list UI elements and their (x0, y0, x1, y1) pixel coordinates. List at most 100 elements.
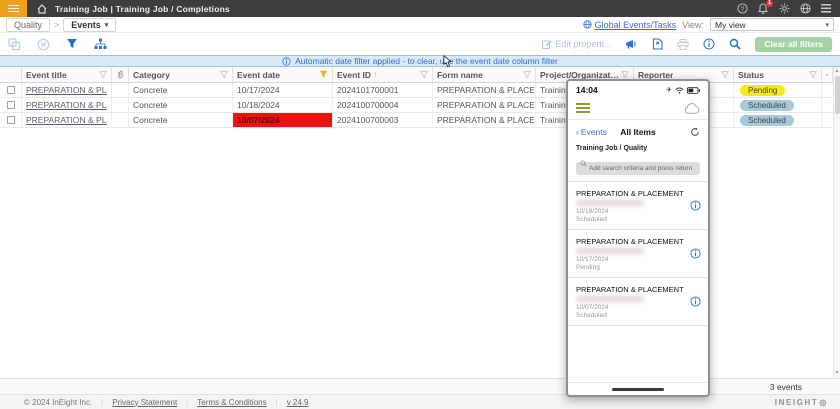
footer-divider: | (186, 398, 188, 407)
search-icon[interactable] (729, 38, 741, 50)
form-name-cell: PREPARATION & PLACEMENT FOR S... (433, 113, 536, 127)
status-badge: Scheduled (740, 115, 794, 126)
header-status[interactable]: Status (734, 67, 822, 82)
status-badge: Pending (740, 85, 785, 96)
hamburger-icon (8, 3, 19, 14)
header-event-title[interactable]: Event title (22, 67, 112, 82)
filter-icon[interactable] (523, 71, 531, 79)
phone-back-button[interactable]: ‹Events (576, 127, 607, 137)
privacy-statement-link[interactable]: Privacy Statement (112, 398, 177, 407)
attachment-cell (112, 113, 129, 127)
notifications-bell-icon[interactable]: 1 (757, 3, 769, 15)
filter-icon[interactable] (66, 38, 78, 50)
scroll-down-arrow[interactable]: ▼ (835, 369, 840, 378)
chevron-down-icon: ▾ (105, 21, 109, 29)
help-icon[interactable]: ? (736, 3, 748, 15)
view-select[interactable]: My view ▾ (710, 18, 834, 31)
status-cell: Scheduled (734, 98, 822, 112)
header-event-id[interactable]: Event ID↑ (333, 67, 433, 82)
scroll-up-arrow[interactable]: ▲ (835, 67, 840, 76)
phone-search-input[interactable] (576, 162, 700, 175)
header-form-name[interactable]: Form name (433, 67, 536, 82)
filter-icon[interactable] (220, 71, 228, 79)
apps-grid-icon[interactable] (820, 3, 832, 15)
checkbox-cell (0, 83, 22, 97)
header-category[interactable]: Category (129, 67, 233, 82)
breadcrumb-current-dropdown[interactable]: Events ▾ (63, 18, 116, 32)
breadcrumb-separator: > (54, 20, 59, 30)
phone-search[interactable] (576, 157, 700, 175)
header-attachments[interactable] (112, 67, 129, 82)
event-title-link[interactable]: PREPARATION & PLACEMENT FOR S... (26, 115, 107, 125)
mouse-cursor (443, 55, 452, 68)
info-icon[interactable] (690, 296, 701, 307)
clear-all-filters-button[interactable]: Clear all filters (755, 37, 832, 52)
row-end-spacer (822, 113, 833, 127)
cancel-event-icon[interactable] (37, 38, 50, 51)
ineight-logo-text: INEIGHT (775, 398, 819, 407)
category-cell: Concrete (129, 98, 233, 112)
print-icon[interactable] (677, 39, 689, 50)
header-label: Form name (437, 70, 483, 80)
terms-conditions-link[interactable]: Terms & Conditions (197, 398, 266, 407)
info-icon[interactable] (690, 248, 701, 259)
filter-icon[interactable] (809, 71, 817, 79)
notification-badge: 1 (766, 0, 773, 7)
globe-icon[interactable] (799, 3, 811, 15)
filter-icon[interactable] (99, 71, 107, 79)
phone-menu-icon[interactable] (576, 101, 590, 115)
event-title-link[interactable]: PREPARATION & PLACEMENT FOR S... (26, 100, 107, 110)
export-icon[interactable] (652, 38, 663, 50)
phone-list-item[interactable]: PREPARATION & PLACEMENT FOR S... 10/07/2… (568, 278, 708, 326)
breadcrumb-parent[interactable]: Quality (6, 18, 50, 32)
auto-filter-banner[interactable]: Automatic date filter applied - to clear… (0, 55, 840, 67)
copy-events-icon[interactable] (8, 38, 21, 51)
header-event-date[interactable]: Event date (233, 67, 333, 82)
checkbox-cell (0, 113, 22, 127)
home-icon[interactable] (37, 4, 47, 14)
filter-icon[interactable] (420, 71, 428, 79)
version-link[interactable]: v 24.9 (287, 398, 309, 407)
refresh-icon[interactable] (690, 127, 700, 137)
wifi-icon (675, 87, 684, 94)
phone-list-item[interactable]: PREPARATION & PLACEMENT FOR S... 10/17/2… (568, 230, 708, 278)
phone-item-title: PREPARATION & PLACEMENT FOR S... (576, 285, 686, 294)
row-checkbox[interactable] (7, 86, 15, 94)
info-icon[interactable] (703, 38, 715, 50)
redacted-text (576, 248, 644, 254)
info-icon[interactable] (690, 200, 701, 211)
edit-properties-button[interactable]: Edit properti... (542, 39, 611, 49)
scrollbar-thumb[interactable] (835, 76, 840, 114)
column-chooser-icon[interactable] (822, 67, 833, 82)
filter-icon[interactable] (721, 71, 729, 79)
attachment-cell (112, 98, 129, 112)
main-menu-button[interactable] (0, 0, 27, 17)
phone-list-item[interactable]: PREPARATION & PLACEMENT FOR S... 10/18/2… (568, 181, 708, 230)
vertical-scrollbar[interactable]: ▲ ▼ (833, 67, 840, 378)
info-icon (282, 57, 291, 66)
cloud-sync-icon[interactable] (683, 103, 700, 114)
active-filter-icon[interactable] (319, 70, 328, 79)
row-checkbox[interactable] (7, 116, 15, 124)
search-icon (580, 160, 587, 167)
phone-item-title: PREPARATION & PLACEMENT FOR S... (576, 237, 686, 246)
filter-icon[interactable] (621, 71, 629, 79)
event-id-cell: 2024101700001 (333, 83, 433, 97)
back-chevron-icon: ‹ (576, 127, 579, 137)
row-end-spacer (822, 83, 833, 97)
home-indicator[interactable] (612, 388, 664, 391)
redacted-text (576, 296, 644, 302)
event-date-cell: 10/07/2024 (233, 113, 333, 127)
sort-ascending-icon: ↑ (373, 70, 377, 79)
announce-megaphone-icon[interactable] (625, 39, 638, 50)
attachment-cell (112, 83, 129, 97)
global-events-tasks-link[interactable]: Global Events/Tasks (583, 20, 677, 30)
phone-event-list: PREPARATION & PLACEMENT FOR S... 10/18/2… (568, 181, 708, 382)
status-cell: Pending (734, 83, 822, 97)
footer-divider: | (101, 398, 103, 407)
hierarchy-icon[interactable] (94, 38, 107, 50)
settings-gear-icon[interactable] (778, 3, 790, 15)
event-title-link[interactable]: PREPARATION & PLACEMENT FOR S... (26, 85, 107, 95)
row-checkbox[interactable] (7, 101, 15, 109)
footer-divider: | (276, 398, 278, 407)
